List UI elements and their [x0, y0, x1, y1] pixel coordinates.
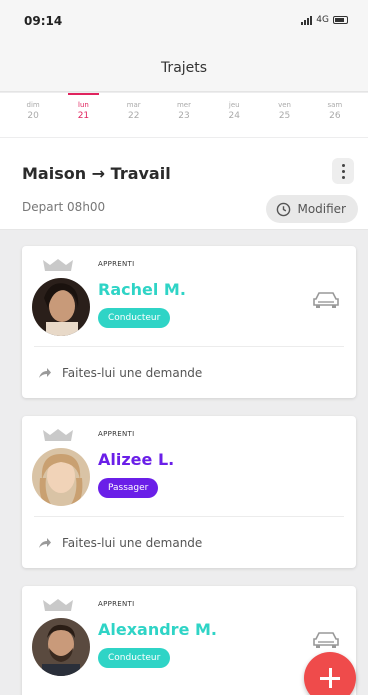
page-title: Trajets	[160, 60, 208, 76]
car-icon	[313, 632, 339, 648]
departure-time: Depart 08h00	[22, 200, 106, 214]
clock-icon	[277, 202, 291, 216]
battery-icon	[333, 16, 348, 24]
day-tab[interactable]: dim 20	[8, 93, 58, 137]
day-selector: dim 20 lun 21 mar 22 mer 23 jeu 24 ven 25 sam 2…	[0, 93, 368, 137]
route-title: Maison → Travail	[22, 164, 171, 183]
day-number: 20	[27, 111, 39, 121]
person-name: Alexandre M.	[98, 620, 217, 639]
day-weekday: lun	[78, 101, 89, 109]
request-link[interactable]: Faites-lui une demande	[38, 366, 202, 380]
day-number: 22	[127, 111, 140, 121]
day-tab[interactable]: mar 22	[109, 93, 159, 137]
role-badge: Conducteur	[98, 308, 171, 328]
day-tab[interactable]: mer 23	[159, 93, 209, 137]
status-bar: 09:14 4G	[0, 0, 368, 42]
add-trip-button[interactable]	[304, 652, 356, 695]
day-number: 25	[278, 111, 291, 121]
passenger-card[interactable]: APPRENTI Alizee L. Passager Faites-lui u…	[22, 416, 356, 568]
day-number: 21	[77, 111, 90, 121]
day-number: 24	[228, 111, 240, 121]
level-badge: APPRENTI	[98, 430, 135, 438]
status-time: 09:14	[24, 14, 63, 28]
app-header: Trajets	[0, 42, 368, 92]
day-weekday: ven	[278, 101, 291, 109]
day-weekday: mar	[126, 101, 141, 109]
avatar	[32, 448, 90, 506]
more-options-button[interactable]	[332, 158, 354, 184]
route-summary: Maison → Travail Depart 08h00 Modifier	[0, 138, 368, 230]
signal-icon	[301, 15, 313, 25]
share-arrow-icon	[39, 368, 51, 378]
network-label: 4G	[316, 15, 329, 25]
request-label: Faites-lui une demande	[62, 536, 203, 550]
avatar	[32, 618, 90, 676]
modify-button[interactable]: Modifier	[266, 195, 358, 223]
role-badge: Conducteur	[98, 648, 171, 668]
day-tab[interactable]: sam 26	[310, 93, 360, 137]
avatar	[32, 278, 90, 336]
level-badge: APPRENTI	[98, 260, 135, 268]
share-arrow-icon	[39, 538, 51, 548]
level-badge: APPRENTI	[98, 600, 135, 608]
person-name: Alizee L.	[98, 450, 175, 469]
request-label: Faites-lui une demande	[62, 366, 203, 380]
role-badge: Passager	[98, 478, 159, 498]
day-tab-active[interactable]: lun 21	[58, 93, 108, 137]
day-weekday: sam	[327, 101, 343, 109]
status-icons: 4G	[301, 15, 348, 25]
crown-icon	[43, 259, 73, 271]
day-weekday: jeu	[228, 101, 240, 109]
crown-icon	[43, 429, 73, 441]
person-name: Rachel M.	[98, 280, 186, 299]
request-link[interactable]: Faites-lui une demande	[38, 536, 202, 550]
day-weekday: mer	[176, 101, 191, 109]
day-tab[interactable]: jeu 24	[209, 93, 259, 137]
day-number: 26	[329, 111, 341, 121]
crown-icon	[43, 599, 73, 611]
day-weekday: dim	[26, 101, 40, 109]
dot-icon	[341, 169, 345, 173]
divider	[34, 346, 344, 347]
driver-card[interactable]: APPRENTI Rachel M. Conducteur Faites-lui…	[22, 246, 356, 398]
divider	[34, 516, 344, 517]
dot-icon	[341, 163, 345, 167]
modify-label: Modifier	[297, 202, 346, 216]
car-icon	[313, 292, 339, 308]
dot-icon	[341, 175, 345, 179]
day-number: 23	[178, 111, 190, 121]
day-tab[interactable]: ven 25	[259, 93, 309, 137]
